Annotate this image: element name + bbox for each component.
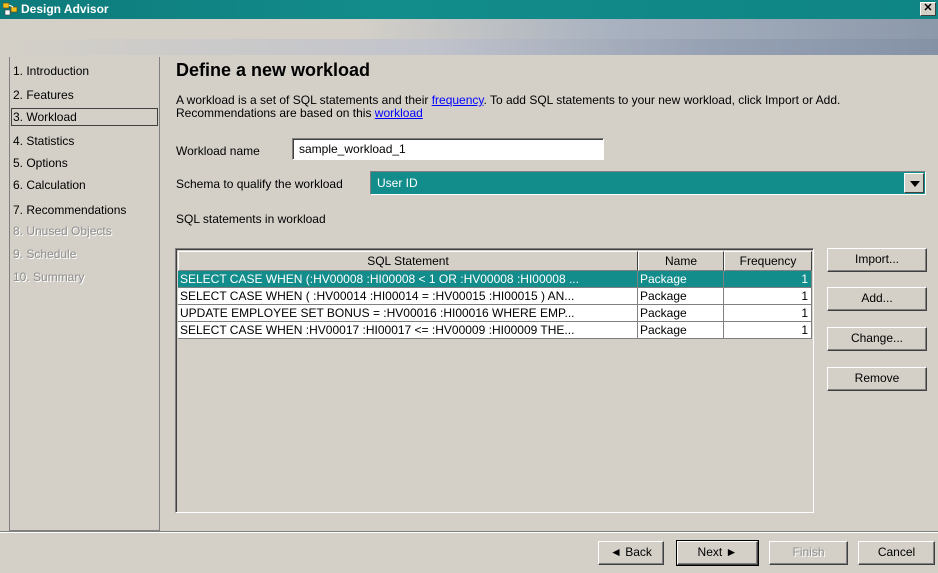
schema-selected-value: User ID: [377, 176, 418, 190]
cell-sql-statement: SELECT CASE WHEN ( :HV00014 :HI00014 = :…: [178, 288, 638, 305]
cell-frequency: 1: [724, 271, 812, 288]
title-bar: Design Advisor ✕: [0, 0, 938, 19]
next-button[interactable]: Next ►: [676, 540, 759, 566]
cancel-button[interactable]: Cancel: [858, 541, 935, 565]
schema-label: Schema to qualify the workload: [176, 177, 343, 191]
finish-button: Finish: [769, 541, 848, 565]
nav-step-unused-objects: 8. Unused Objects: [13, 224, 112, 238]
column-header-name[interactable]: Name: [638, 251, 724, 271]
workload-name-label: Workload name: [176, 144, 260, 158]
description-text: . To add SQL statements to your new work…: [483, 93, 841, 107]
workload-link[interactable]: workload: [375, 106, 423, 120]
change-button[interactable]: Change...: [827, 327, 927, 351]
wizard-step-list: 1. Introduction 2. Features 3. Workload …: [9, 57, 160, 531]
cell-sql-statement: UPDATE EMPLOYEE SET BONUS = :HV00016 :HI…: [178, 305, 638, 322]
page-description: A workload is a set of SQL statements an…: [176, 94, 936, 120]
cell-name: Package: [638, 305, 724, 322]
nav-step-calculation[interactable]: 6. Calculation: [11, 176, 158, 194]
description-text: A workload is a set of SQL statements an…: [176, 93, 432, 107]
close-icon: ✕: [923, 2, 933, 14]
column-header-frequency[interactable]: Frequency: [724, 251, 812, 271]
cell-sql-statement: SELECT CASE WHEN :HV00017 :HI00017 <= :H…: [178, 322, 638, 339]
cell-sql-statement: SELECT CASE WHEN (:HV00008 :HI00008 < 1 …: [178, 271, 638, 288]
nav-step-options[interactable]: 5. Options: [11, 154, 158, 172]
cell-name: Package: [638, 322, 724, 339]
description-text: Recommendations are based on this: [176, 106, 375, 120]
cell-name: Package: [638, 288, 724, 305]
nav-step-schedule: 9. Schedule: [13, 247, 77, 261]
sql-statements-table: SQL Statement Name Frequency SELECT CASE…: [175, 248, 814, 513]
sql-statements-label: SQL statements in workload: [176, 212, 326, 226]
footer-separator: [0, 531, 938, 533]
nav-step-recommendations[interactable]: 7. Recommendations: [11, 201, 158, 219]
workload-name-input[interactable]: sample_workload_1: [292, 138, 604, 160]
nav-step-statistics[interactable]: 4. Statistics: [11, 132, 158, 150]
window-title: Design Advisor: [21, 2, 109, 16]
banner-strip: [0, 39, 938, 55]
cell-frequency: 1: [724, 322, 812, 339]
close-button[interactable]: ✕: [920, 2, 936, 16]
nav-step-introduction[interactable]: 1. Introduction: [11, 62, 158, 80]
nav-step-summary: 10. Summary: [13, 270, 85, 284]
back-button[interactable]: ◄ Back: [598, 541, 664, 565]
nav-step-workload[interactable]: 3. Workload: [11, 108, 158, 126]
design-advisor-icon: [3, 2, 18, 16]
cell-frequency: 1: [724, 288, 812, 305]
column-header-sql-statement[interactable]: SQL Statement: [178, 251, 638, 271]
nav-step-features[interactable]: 2. Features: [11, 86, 158, 104]
header-banner: [0, 19, 938, 55]
schema-select[interactable]: User ID: [370, 171, 926, 195]
cell-name: Package: [638, 271, 724, 288]
dropdown-arrow-icon[interactable]: [904, 173, 924, 193]
frequency-link[interactable]: frequency: [432, 93, 484, 107]
import-button[interactable]: Import...: [827, 248, 927, 272]
cell-frequency: 1: [724, 305, 812, 322]
remove-button[interactable]: Remove: [827, 367, 927, 391]
page-title: Define a new workload: [176, 60, 371, 80]
add-button[interactable]: Add...: [827, 287, 927, 311]
